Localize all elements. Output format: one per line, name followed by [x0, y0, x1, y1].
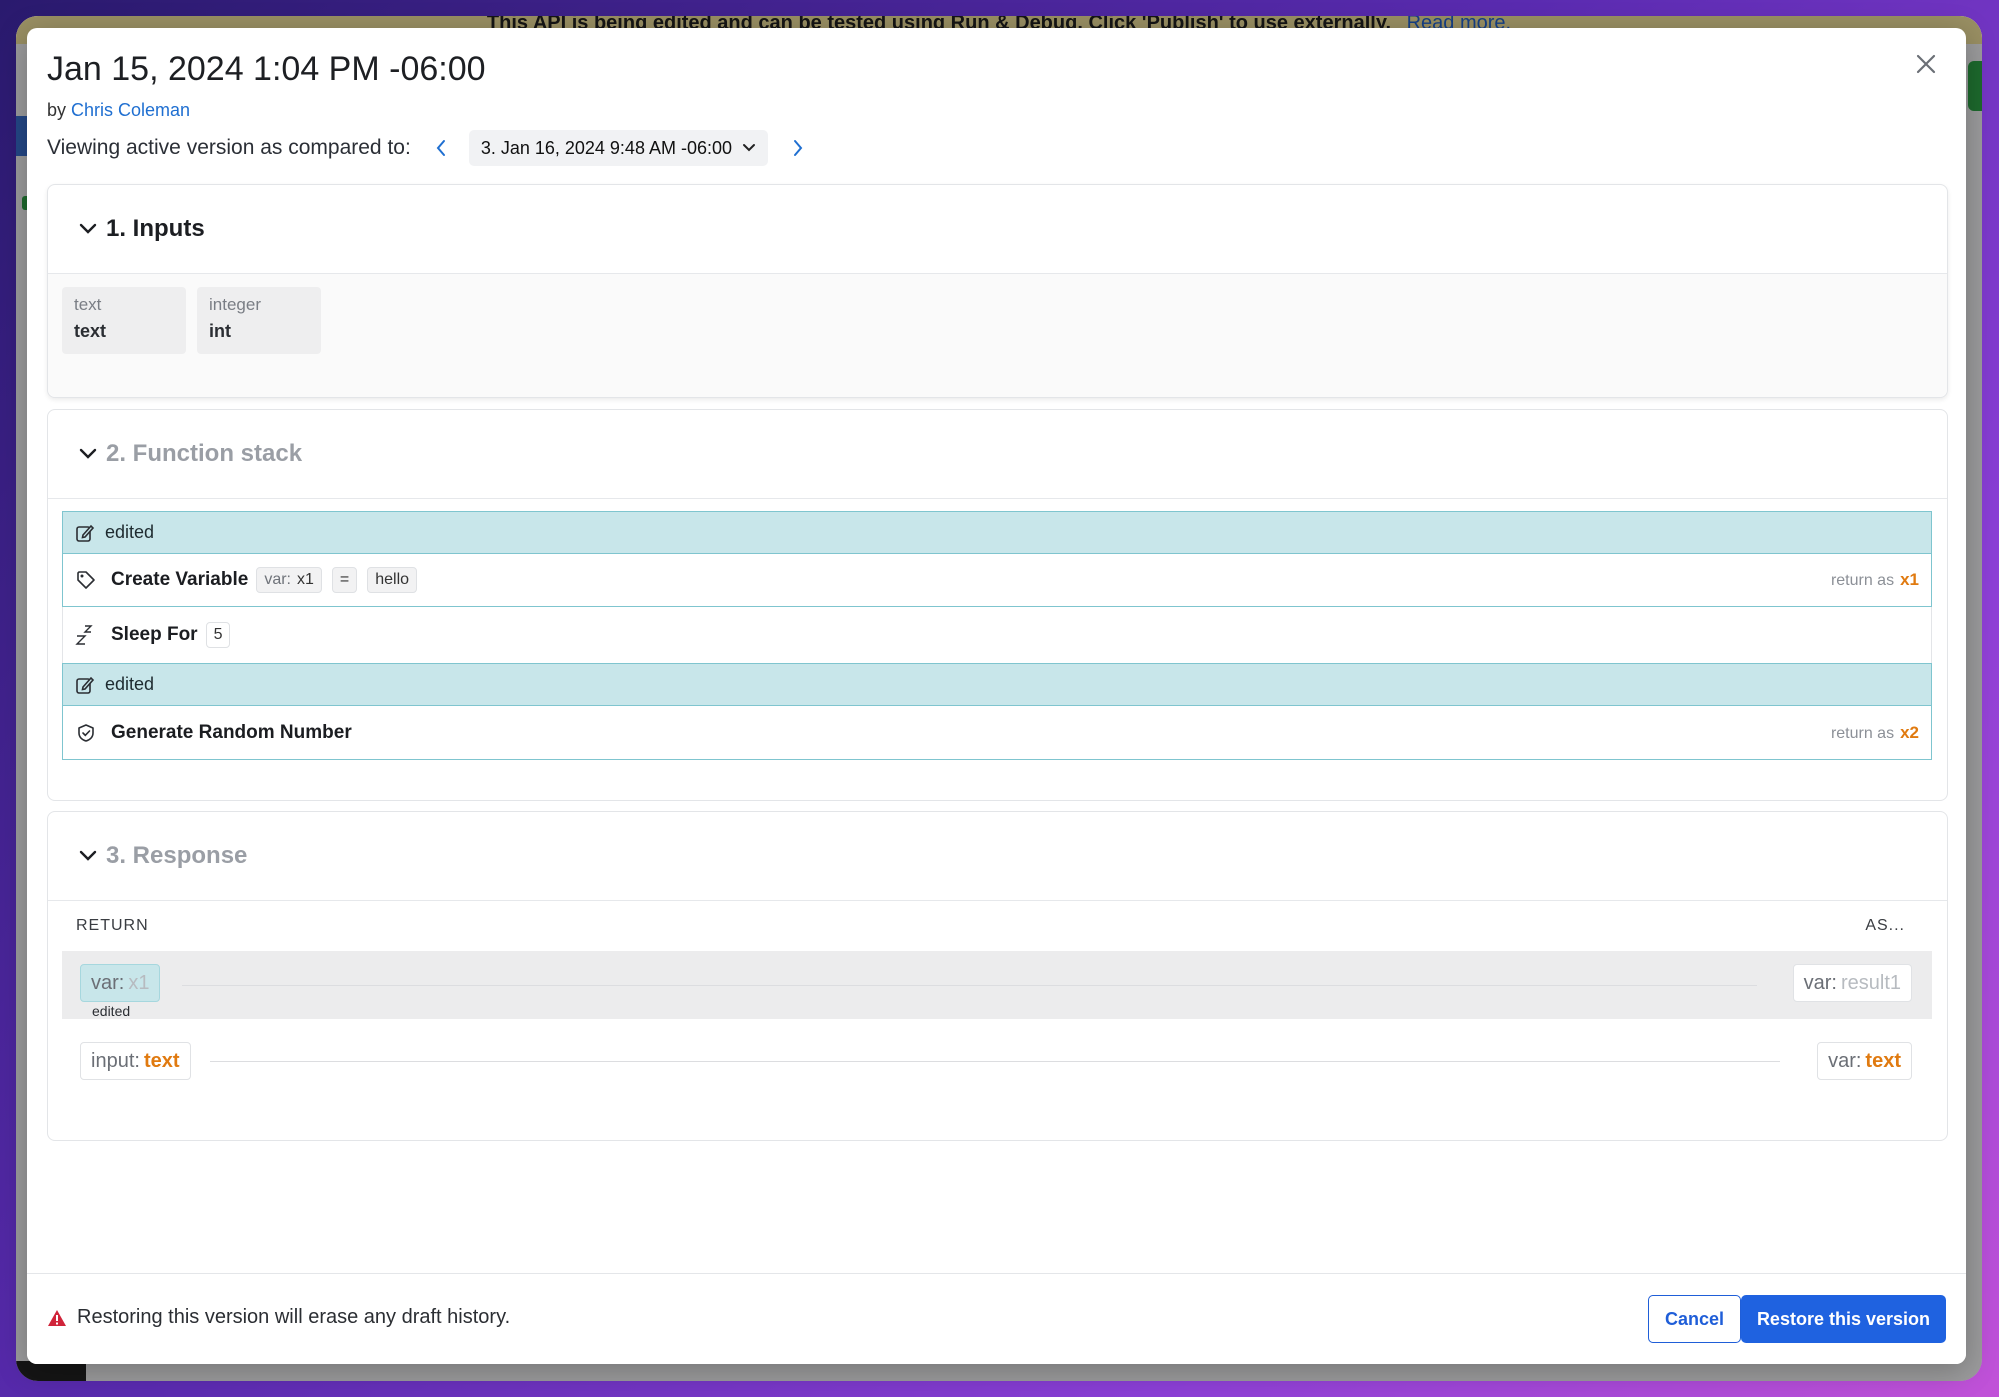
return-value-pill: var: x1 [80, 964, 161, 1002]
return-value-pill: input: text [80, 1042, 191, 1080]
cancel-button[interactable]: Cancel [1647, 1295, 1741, 1343]
chevron-down-icon [79, 223, 97, 234]
pill-label: var: [1828, 1049, 1862, 1072]
response-row[interactable]: input: text var: text [62, 1027, 1932, 1095]
edited-label: edited [105, 522, 155, 542]
return-as: return as x2 [1831, 723, 1919, 743]
response-section-title: 3. Response [106, 842, 248, 869]
shield-check-icon [75, 722, 97, 744]
input-card[interactable]: text text [62, 287, 186, 354]
close-icon [1916, 54, 1936, 74]
arg-chip: 5 [205, 622, 231, 648]
inputs-section: 1. Inputs text text integer int [47, 184, 1948, 398]
pill-value: result1 [1840, 971, 1901, 994]
edited-banner: edited [62, 511, 1932, 553]
response-columns: RETURN AS... [48, 901, 1947, 951]
chevron-down-icon [743, 144, 755, 152]
as-value-pill: var: result1 [1792, 964, 1912, 1002]
version-select-value: 3. Jan 16, 2024 9:48 AM -06:00 [480, 137, 732, 158]
pill-value: text [143, 1049, 180, 1072]
pill-value: x1 [128, 971, 150, 994]
edit-icon [76, 524, 95, 542]
restore-warning: Restoring this version will erase any dr… [47, 1306, 510, 1329]
input-name: text [74, 321, 107, 341]
edited-banner: edited [62, 663, 1932, 705]
return-as: return as x1 [1831, 570, 1919, 590]
edited-tag: edited [92, 1003, 131, 1019]
pill-label: input: [91, 1049, 140, 1072]
compare-row: Viewing active version as compared to: 3… [47, 128, 816, 168]
chevron-down-icon [79, 850, 97, 861]
sleep-icon [75, 624, 97, 646]
connector-line [210, 1061, 1780, 1062]
as-column-header: AS... [1865, 917, 1905, 934]
response-section: 3. Response RETURN AS... var: x1 edited … [47, 811, 1948, 1141]
inputs-section-title: 1. Inputs [106, 215, 205, 242]
input-card[interactable]: integer int [197, 287, 321, 354]
function-step[interactable]: Sleep For 5 [62, 607, 1932, 663]
response-section-header[interactable]: 3. Response [48, 812, 1947, 901]
value-chip: hello [367, 567, 418, 593]
step-name: Sleep For [111, 624, 198, 645]
input-name: int [209, 321, 231, 341]
return-var: x2 [1900, 722, 1919, 742]
step-name: Create Variable [111, 569, 249, 590]
function-stack-title: 2. Function stack [106, 440, 303, 467]
pill-value: text [1865, 1049, 1901, 1072]
inputs-list: text text integer int [48, 274, 1947, 397]
var-chip: var: x1 [256, 567, 322, 593]
function-step[interactable]: Create Variable var: x1 = hello return a… [62, 553, 1932, 607]
chevron-right-icon [794, 140, 803, 156]
pill-label: var: [91, 971, 125, 994]
connector-line [182, 985, 1757, 986]
inputs-section-header[interactable]: 1. Inputs [48, 185, 1947, 274]
compare-label: Viewing active version as compared to: [47, 136, 411, 159]
version-compare-modal: Jan 15, 2024 1:04 PM -06:00 by Chris Col… [27, 28, 1966, 1364]
return-as-label: return as [1830, 572, 1895, 589]
as-value-pill: var: text [1817, 1042, 1912, 1080]
var-chip-name: x1 [296, 571, 314, 588]
function-stack-header[interactable]: 2. Function stack [48, 410, 1947, 499]
warning-icon [48, 1309, 66, 1326]
author-link[interactable]: Chris Coleman [71, 100, 190, 120]
return-column-header: RETURN [76, 917, 149, 934]
edited-label: edited [105, 674, 155, 694]
function-stack-section: 2. Function stack edited Create Variable… [47, 409, 1948, 801]
restore-version-button[interactable]: Restore this version [1740, 1295, 1946, 1343]
version-select[interactable]: 3. Jan 16, 2024 9:48 AM -06:00 [468, 130, 768, 166]
modal-footer: Restoring this version will erase any dr… [27, 1273, 1966, 1364]
edit-icon [76, 676, 95, 694]
tag-icon [75, 569, 97, 591]
byline: by Chris Coleman [47, 100, 190, 121]
pill-label: var: [1803, 971, 1837, 994]
input-type: integer [209, 295, 261, 314]
byline-prefix: by [47, 100, 67, 120]
return-as-label: return as [1830, 724, 1895, 742]
operator-chip: = [331, 567, 358, 593]
previous-version-button[interactable] [423, 130, 459, 166]
warning-text: Restoring this version will erase any dr… [77, 1306, 511, 1328]
step-name: Generate Random Number [111, 721, 352, 743]
chevron-down-icon [79, 448, 97, 459]
response-row[interactable]: var: x1 edited var: result1 [62, 951, 1932, 1019]
close-button[interactable] [1908, 46, 1944, 82]
input-type: text [74, 295, 102, 314]
var-chip-label: var: [264, 571, 291, 588]
next-version-button[interactable] [780, 130, 816, 166]
function-step[interactable]: Generate Random Number return as x2 [62, 705, 1932, 760]
chevron-left-icon [436, 140, 445, 156]
return-var: x1 [1900, 570, 1919, 589]
modal-title: Jan 15, 2024 1:04 PM -06:00 [47, 50, 486, 88]
